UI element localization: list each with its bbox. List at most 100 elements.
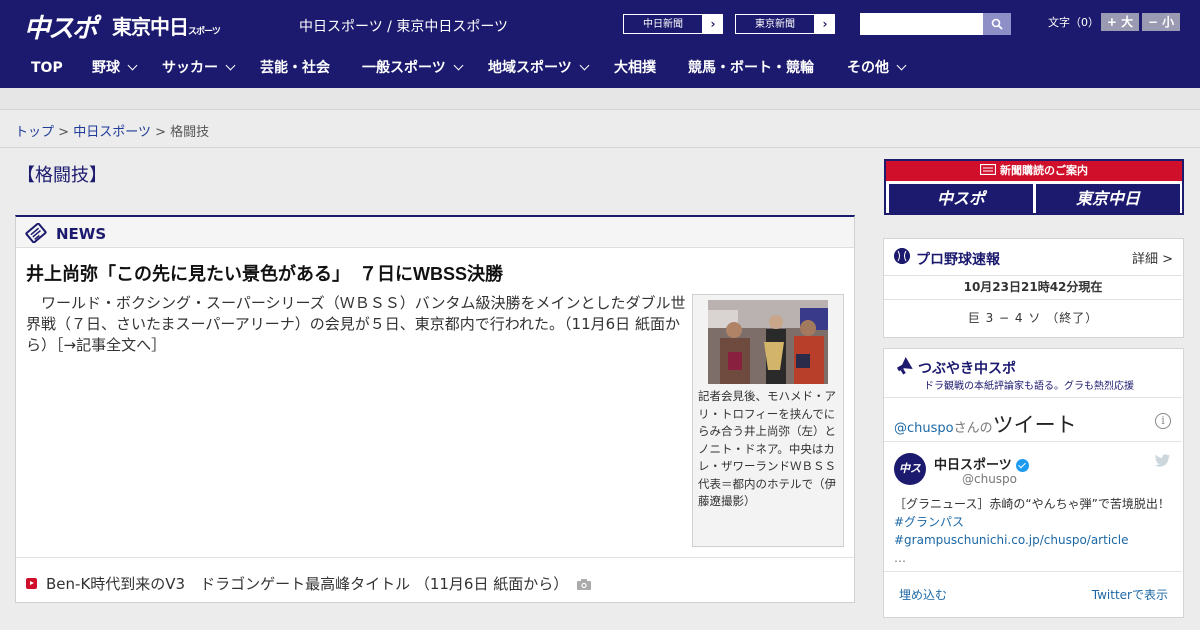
breadcrumb-separator: > [58, 125, 70, 140]
baseball-detail-link[interactable]: 詳細 > [1132, 248, 1173, 267]
view-on-twitter-link[interactable]: Twitterで表示 [1092, 586, 1168, 603]
search-button[interactable] [983, 13, 1011, 35]
news-photo[interactable] [708, 300, 828, 384]
font-smaller-button[interactable]: − 小 [1142, 13, 1180, 31]
tweet-more: … [894, 551, 906, 565]
subscription-banner[interactable]: 新聞購読のご案内 中スポ 東京中日 [884, 159, 1184, 215]
chevron-right-icon: › [703, 14, 723, 34]
twitter-panel: つぶやき中スポ ドラ観戦の本紙評論家も語る。グラも熱烈応援 @chuspoさんの… [883, 348, 1184, 618]
twitter-section-subtitle: ドラ観戦の本紙評論家も語る。グラも熱烈応援 [924, 381, 1134, 392]
font-bigger-button[interactable]: + 大 [1101, 13, 1139, 31]
divider [884, 441, 1182, 442]
chunichi-shimbun-label: 中日新聞 [623, 14, 703, 34]
tokyo-chunichi-logo[interactable]: 東京中日スポーツ [112, 11, 221, 40]
photo-caption: 記者会見後、モハメド・アリ・トロフィーを挟んでにらみ合う井上尚弥（左）とノニト・… [698, 389, 836, 508]
news-section: NEWS 井上尚弥「この先に見たい景色がある」 ７日にWBSS決勝 ワールド・ボ… [15, 215, 855, 603]
chevron-down-icon [225, 60, 236, 71]
newspaper-icon [25, 223, 47, 243]
breadcrumb-separator: > [155, 125, 166, 140]
nav-label: 競馬・ボート・競輪 [688, 60, 814, 76]
nav-label: 野球 [92, 60, 120, 76]
tokyo-logo-main: 東京中日 [112, 15, 189, 39]
breadcrumb: トップ > 中日スポーツ > 格闘技 [15, 121, 209, 140]
news-header: NEWS [16, 217, 854, 248]
nav-label: 地域スポーツ [488, 60, 572, 76]
tweet-link[interactable]: #grampuschunichi.co.jp/chuspo/article [894, 533, 1128, 547]
verified-icon [1015, 459, 1029, 472]
photo-box: 記者会見後、モハメド・アリ・トロフィーを挟んでにらみ合う井上尚弥（左）とノニト・… [692, 294, 844, 547]
twitter-section-title: つぶやき中スポ [918, 361, 1016, 377]
main-nav: TOP 野球 サッカー 芸能・社会 一般スポーツ 地域スポーツ 大相撲 競馬・ボ… [0, 48, 1200, 88]
nav-label: TOP [31, 60, 63, 76]
nav-label: 一般スポーツ [362, 60, 446, 76]
play-icon [26, 578, 37, 589]
twitter-bird-icon[interactable] [1154, 454, 1171, 468]
megaphone-icon [896, 356, 913, 375]
tweet-text[interactable]: ［グラニュース］赤崎の“やんちゃ弾”で苦境脱出！ #グランパス #grampusc… [894, 495, 1174, 567]
nav-item-general-sports[interactable]: 一般スポーツ [362, 48, 464, 88]
newspaper-icon [979, 163, 997, 176]
page-title: 【格闘技】 [17, 165, 107, 186]
nav-item-other[interactable]: その他 [847, 48, 907, 88]
camera-icon [577, 578, 592, 590]
nav-item-top[interactable]: TOP [31, 48, 63, 88]
tokyo-logo-small: スポーツ [188, 27, 221, 37]
tweet-account-name: 中日スポーツ [934, 458, 1012, 473]
chuspo-logo[interactable]: 中スポ [24, 8, 98, 45]
tweet-body: ［グラニュース］赤崎の“やんちゃ弾”で苦境脱出！ [894, 497, 1170, 511]
related-news-item[interactable]: Ben-K時代到来のV3 ドラゴンゲート最高峰タイトル （11月6日 紙面から） [26, 573, 592, 594]
nav-label: 大相撲 [614, 60, 656, 76]
info-icon[interactable]: i [1155, 413, 1171, 429]
search-icon [991, 18, 1003, 30]
nav-label: 芸能・社会 [260, 60, 330, 76]
twitter-handle-link[interactable]: @chuspo [894, 421, 954, 436]
related-news-title: Ben-K時代到来のV3 ドラゴンゲート最高峰タイトル （11月6日 紙面から） [46, 575, 569, 593]
site-title: 中日スポーツ / 東京中日スポーツ [299, 19, 509, 35]
tokyo-shimbun-label: 東京新聞 [735, 14, 815, 34]
tweet-account[interactable]: 中日スポーツ [934, 454, 1029, 473]
breadcrumb-current: 格闘技 [170, 125, 210, 140]
breadcrumb-chuspo[interactable]: 中日スポーツ [73, 125, 151, 140]
tweet-hashtag[interactable]: #グランパス [894, 515, 964, 529]
breadcrumb-top[interactable]: トップ [15, 125, 54, 140]
top-header: 中スポ 東京中日スポーツ 中日スポーツ / 東京中日スポーツ 中日新聞 › 東京… [0, 0, 1200, 48]
tokyo-shimbun-link[interactable]: 東京新聞 › [734, 13, 836, 35]
chevron-down-icon [127, 60, 138, 71]
baseball-score-panel: プロ野球速報 詳細 > 10月23日21時42分現在 巨 3 − 4 ソ （終了… [883, 238, 1184, 338]
nav-item-racing[interactable]: 競馬・ボート・競輪 [688, 48, 814, 88]
chuspo-subscribe-button[interactable]: 中スポ [889, 184, 1033, 213]
tweets-label: ツイート [992, 413, 1077, 437]
nav-label: その他 [847, 60, 889, 76]
search-input[interactable] [860, 13, 983, 35]
nav-item-soccer[interactable]: サッカー [162, 48, 236, 88]
chevron-down-icon [579, 60, 590, 71]
score-timestamp: 10月23日21時42分現在 [884, 275, 1182, 300]
news-label: NEWS [56, 225, 107, 243]
news-body[interactable]: ワールド・ボクシング・スーパーシリーズ（ＷＢＳＳ）バンタム級決勝をメインとしたダ… [26, 293, 686, 356]
divider [884, 397, 1182, 398]
news-divider [16, 557, 854, 558]
subscription-header-label: 新聞購読のご案内 [1000, 164, 1088, 177]
chunichi-shimbun-link[interactable]: 中日新聞 › [622, 13, 724, 35]
nav-item-sumo[interactable]: 大相撲 [614, 48, 656, 88]
baseball-title: プロ野球速報 [916, 252, 1000, 268]
embed-link[interactable]: 埋め込む [899, 586, 947, 603]
divider [884, 571, 1182, 572]
twitter-timeline-header: @chuspoさんのツイート [894, 409, 1077, 439]
nav-item-entertainment[interactable]: 芸能・社会 [260, 48, 330, 88]
baseball-icon [894, 248, 910, 264]
avatar[interactable]: 中スポ [894, 453, 926, 507]
game-score[interactable]: 巨 3 − 4 ソ （終了） [884, 309, 1182, 326]
chevron-right-icon: › [815, 14, 835, 34]
news-headline[interactable]: 井上尚弥「この先に見たい景色がある」 ７日にWBSS決勝 [26, 260, 503, 286]
handle-suffix: さんの [953, 421, 993, 436]
chevron-down-icon [896, 60, 907, 71]
nav-item-local-sports[interactable]: 地域スポーツ [488, 48, 590, 88]
subscription-header: 新聞購読のご案内 [886, 161, 1182, 181]
tweet-username[interactable]: @chuspo [962, 472, 1017, 486]
sub-strip [0, 88, 1200, 110]
nav-label: サッカー [162, 60, 218, 76]
nav-item-baseball[interactable]: 野球 [92, 48, 138, 88]
tokyo-chunichi-subscribe-button[interactable]: 東京中日 [1036, 184, 1180, 213]
font-size-label: 文字（0） [1048, 16, 1099, 29]
